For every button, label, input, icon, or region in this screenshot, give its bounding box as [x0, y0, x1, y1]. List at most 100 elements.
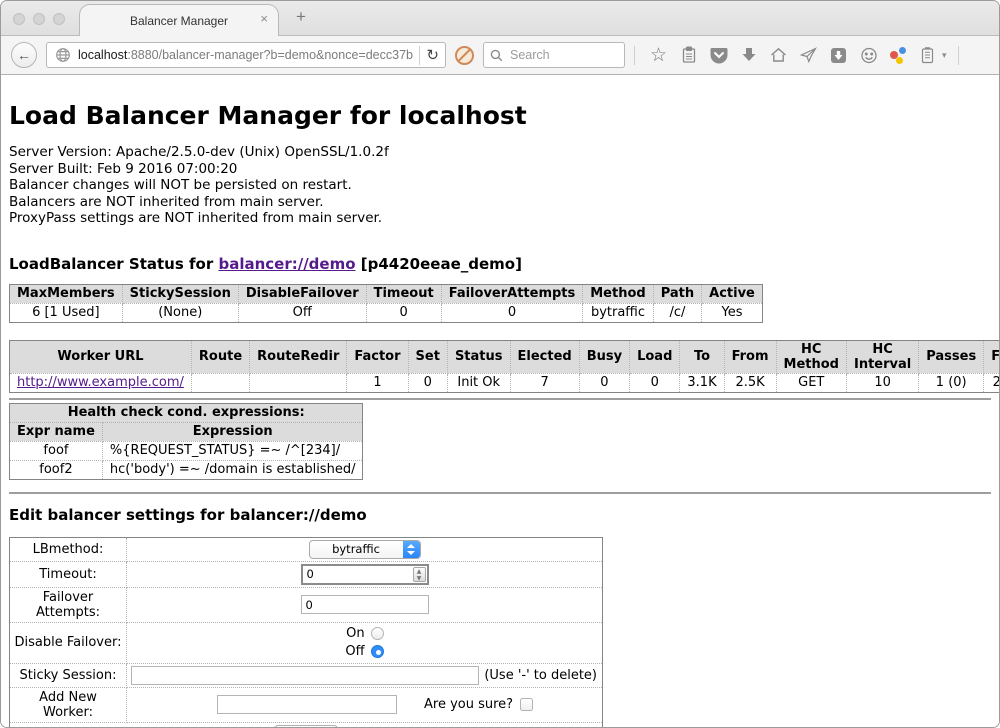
zoom-window-button[interactable] — [53, 13, 65, 25]
table-header-row: MaxMembers StickySession DisableFailover… — [10, 284, 763, 303]
dropdown-caret-icon[interactable]: ▾ — [942, 50, 947, 61]
lbmethod-label: LBmethod: — [10, 537, 127, 561]
col-maxmembers: MaxMembers — [10, 284, 123, 303]
toolbar-divider — [634, 46, 635, 65]
send-tab-paper-plane-icon[interactable] — [799, 46, 818, 65]
radio-off-label: Off — [345, 644, 364, 659]
home-icon[interactable] — [769, 46, 788, 65]
col-failoverattempts: FailoverAttempts — [441, 284, 583, 303]
downloads-icon[interactable] — [739, 46, 758, 65]
container-extension-icon[interactable] — [918, 46, 937, 65]
reload-icon[interactable]: ↻ — [426, 48, 439, 63]
search-input[interactable] — [508, 47, 618, 63]
url-text[interactable]: localhost:8880/balancer-manager?b=demo&n… — [78, 48, 413, 62]
search-icon — [490, 49, 503, 62]
status-heading: LoadBalancer Status for balancer://demo … — [9, 255, 991, 273]
lbmethod-selected-value: bytraffic — [310, 541, 403, 558]
colored-dots-extension-icon[interactable] — [889, 46, 907, 64]
worker-url-link[interactable]: http://www.example.com/ — [17, 375, 184, 390]
close-window-button[interactable] — [13, 13, 25, 25]
failover-attempts-input[interactable] — [301, 595, 429, 614]
table-row: 6 [1 Used] (None) Off 0 0 bytraffic /c/ … — [10, 303, 763, 322]
menu-hamburger-icon[interactable] — [970, 49, 988, 62]
tab-close-icon[interactable]: × — [260, 12, 268, 25]
url-host: localhost — [78, 48, 127, 62]
tab-bar: Balancer Manager × + — [1, 1, 999, 36]
server-info-line: Balancers are NOT inherited from main se… — [9, 194, 991, 211]
separator-rule — [9, 492, 991, 494]
form-row-sticky-session: Sticky Session: (Use '-' to delete) — [10, 663, 603, 687]
select-stepper-icon — [403, 541, 420, 558]
server-info-line: Server Version: Apache/2.5.0-dev (Unix) … — [9, 144, 991, 161]
failover-attempts-label: Failover Attempts: — [10, 587, 127, 622]
add-worker-input[interactable] — [217, 695, 397, 714]
health-table-title: Health check cond. expressions: — [10, 403, 363, 422]
status-heading-prefix: LoadBalancer Status for — [9, 255, 218, 273]
back-button[interactable]: ← — [11, 42, 37, 68]
video-download-extension-icon[interactable] — [829, 46, 848, 65]
balancer-link[interactable]: balancer://demo — [218, 255, 355, 273]
sticky-delete-hint: (Use '-' to delete) — [484, 668, 598, 683]
table-title-row: Health check cond. expressions: — [10, 403, 363, 422]
toolbar-divider-2 — [958, 46, 959, 65]
radio-on-label: On — [346, 626, 364, 641]
col-worker-url: Worker URL — [10, 340, 192, 373]
confirm-label: Are you sure? — [424, 697, 513, 712]
status-heading-suffix: [p4420eeae_demo] — [356, 255, 522, 273]
number-spinner-icon[interactable]: ▲▼ — [413, 567, 426, 582]
page-title: Load Balancer Manager for localhost — [9, 101, 991, 131]
sticky-session-label: Sticky Session: — [10, 663, 127, 687]
window-controls — [13, 13, 65, 25]
minimize-window-button[interactable] — [33, 13, 45, 25]
col-disablefailover: DisableFailover — [238, 284, 366, 303]
feedback-smiley-icon[interactable] — [859, 46, 878, 65]
health-check-table: Health check cond. expressions: Expr nam… — [9, 403, 363, 480]
timeout-input[interactable] — [301, 564, 429, 585]
toolbar-icons: ☆ — [649, 46, 1000, 65]
settings-form-table: LBmethod: bytraffic Timeout: ▲▼ — [9, 537, 603, 728]
radio-off[interactable] — [371, 645, 384, 658]
new-tab-button[interactable]: + — [296, 7, 306, 27]
form-row-disable-failover: Disable Failover: On Off — [10, 622, 603, 663]
server-info-line: ProxyPass settings are NOT inherited fro… — [9, 210, 991, 227]
clipboard-icon[interactable] — [679, 46, 698, 65]
radio-on[interactable] — [371, 627, 384, 640]
table-header-row: Expr name Expression — [10, 422, 363, 441]
col-path: Path — [653, 284, 701, 303]
form-row-lbmethod: LBmethod: bytraffic — [10, 537, 603, 561]
form-row-add-worker: Add New Worker: Are you sure? — [10, 687, 603, 722]
col-timeout: Timeout — [366, 284, 441, 303]
content-blocker-icon[interactable] — [455, 46, 474, 65]
add-worker-label: Add New Worker: — [10, 687, 127, 722]
server-info: Server Version: Apache/2.5.0-dev (Unix) … — [9, 144, 991, 227]
page-content: Load Balancer Manager for localhost Serv… — [1, 75, 999, 728]
timeout-label: Timeout: — [10, 561, 127, 587]
col-stickysession: StickySession — [122, 284, 238, 303]
disable-failover-label: Disable Failover: — [10, 622, 127, 663]
site-identity-globe-icon[interactable] — [53, 46, 72, 65]
urlbar-divider — [419, 46, 420, 65]
table-row: foof %{REQUEST_STATUS} =~ /^[234]/ — [10, 441, 363, 460]
lbmethod-select[interactable]: bytraffic — [309, 540, 421, 559]
col-active: Active — [702, 284, 763, 303]
browser-window: Balancer Manager × + ← localhost:8880/ba… — [0, 0, 1000, 728]
table-row: foof2 hc('body') =~ /domain is establish… — [10, 460, 363, 479]
separator-rule — [9, 398, 991, 400]
edit-settings-heading: Edit balancer settings for balancer://de… — [9, 506, 991, 524]
back-arrow-icon: ← — [17, 47, 31, 63]
table-header-row: Worker URL Route RouteRedir Factor Set S… — [10, 340, 1000, 373]
search-bar[interactable] — [483, 42, 625, 68]
pocket-icon[interactable] — [709, 46, 728, 65]
navigation-toolbar: ← localhost:8880/balancer-manager?b=demo… — [1, 36, 999, 75]
server-info-line: Balancer changes will NOT be persisted o… — [9, 177, 991, 194]
col-method: Method — [583, 284, 653, 303]
url-bar[interactable]: localhost:8880/balancer-manager?b=demo&n… — [46, 42, 446, 68]
confirm-checkbox[interactable] — [520, 698, 533, 711]
form-row-submit: Submit — [10, 722, 603, 728]
sticky-session-input[interactable] — [131, 666, 479, 685]
tab-title: Balancer Manager — [130, 14, 228, 28]
form-row-failover-attempts: Failover Attempts: — [10, 587, 603, 622]
bookmark-star-icon[interactable]: ☆ — [649, 46, 668, 65]
tab-balancer-manager[interactable]: Balancer Manager × — [79, 4, 279, 36]
balancer-status-table: MaxMembers StickySession DisableFailover… — [9, 284, 763, 323]
